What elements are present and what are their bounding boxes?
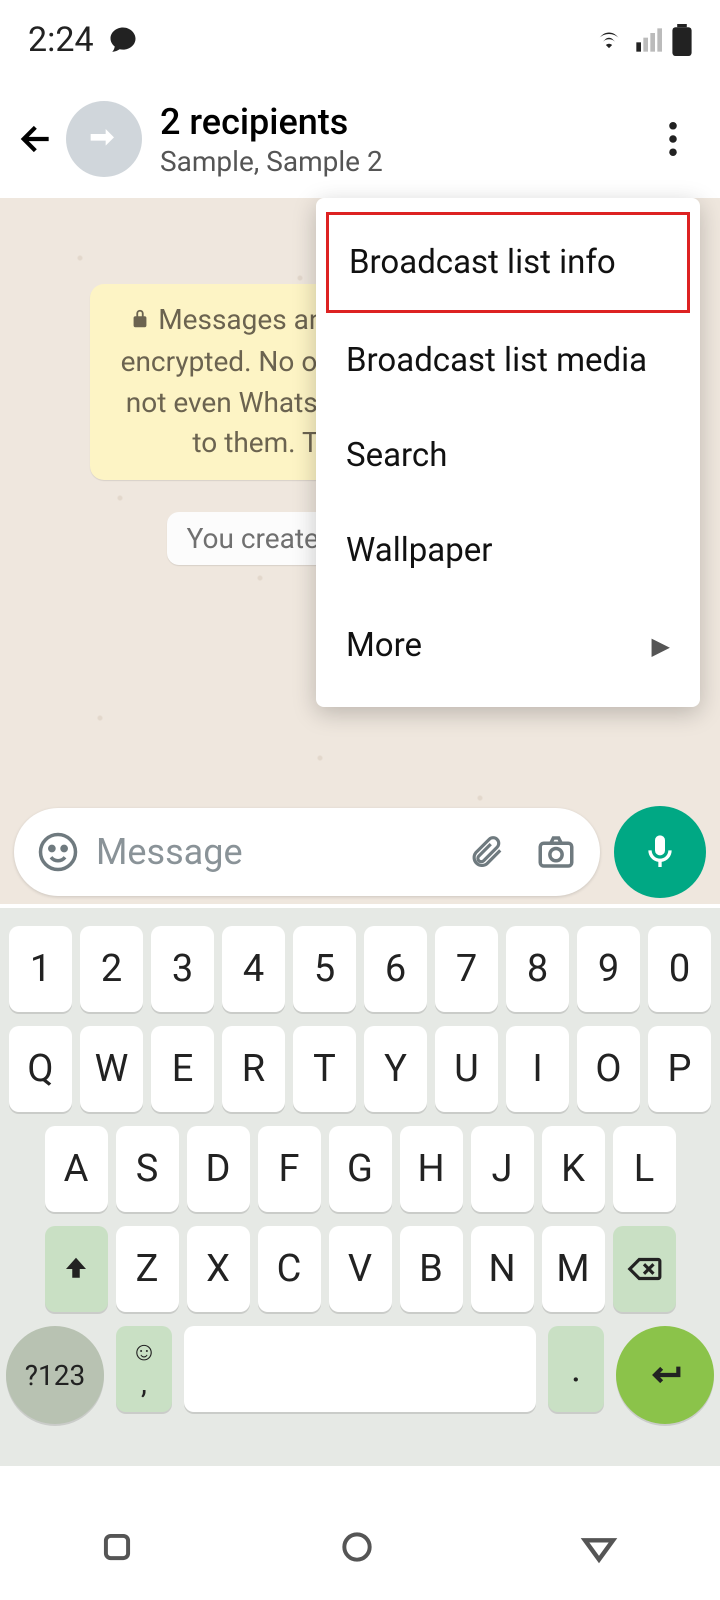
options-menu: Broadcast list info Broadcast list media… <box>316 198 700 707</box>
key-l[interactable]: L <box>613 1126 676 1212</box>
key-period[interactable]: . <box>548 1326 604 1412</box>
key-z[interactable]: Z <box>116 1226 179 1312</box>
emoji-icon: ☺ <box>131 1338 158 1367</box>
back-button[interactable] <box>12 114 62 164</box>
key-o[interactable]: O <box>577 1026 640 1112</box>
key-s[interactable]: S <box>116 1126 179 1212</box>
menu-item-wallpaper[interactable]: Wallpaper <box>316 503 700 598</box>
menu-item-broadcast-info[interactable]: Broadcast list info <box>326 212 690 313</box>
menu-item-more[interactable]: More ▶ <box>316 598 700 693</box>
key-space[interactable] <box>184 1326 536 1412</box>
comma-label: , <box>141 1367 147 1400</box>
key-i[interactable]: I <box>506 1026 569 1112</box>
key-f[interactable]: F <box>258 1126 321 1212</box>
key-x[interactable]: X <box>187 1226 250 1312</box>
menu-item-label: Wallpaper <box>346 531 492 570</box>
header-text-block[interactable]: 2 recipients Sample, Sample 2 <box>160 101 648 178</box>
key-c[interactable]: C <box>258 1226 321 1312</box>
keyboard: 1 2 3 4 5 6 7 8 9 0 Q W E R T Y U I O P … <box>0 908 720 1466</box>
keyboard-row-2: A S D F G H J K L <box>6 1126 714 1212</box>
keyboard-row-numbers: 1 2 3 4 5 6 7 8 9 0 <box>6 926 714 1012</box>
menu-item-label: More <box>346 626 422 665</box>
chat-header: 2 recipients Sample, Sample 2 <box>0 80 720 198</box>
message-input[interactable]: Message <box>82 831 462 873</box>
key-1[interactable]: 1 <box>9 926 72 1012</box>
key-9[interactable]: 9 <box>577 926 640 1012</box>
notification-icon <box>108 25 138 55</box>
voice-message-button[interactable] <box>614 806 706 898</box>
key-v[interactable]: V <box>329 1226 392 1312</box>
message-input-pill: Message <box>14 808 600 896</box>
key-d[interactable]: D <box>187 1126 250 1212</box>
key-7[interactable]: 7 <box>435 926 498 1012</box>
key-j[interactable]: J <box>471 1126 534 1212</box>
keyboard-row-3: Z X C V B N M <box>6 1226 714 1312</box>
key-n[interactable]: N <box>471 1226 534 1312</box>
camera-button[interactable] <box>532 828 580 876</box>
key-4[interactable]: 4 <box>222 926 285 1012</box>
key-6[interactable]: 6 <box>364 926 427 1012</box>
emoji-button[interactable] <box>34 828 82 876</box>
key-g[interactable]: G <box>329 1126 392 1212</box>
menu-item-label: Broadcast list media <box>346 341 647 380</box>
key-q[interactable]: Q <box>9 1026 72 1112</box>
key-a[interactable]: A <box>45 1126 108 1212</box>
menu-item-label: Search <box>346 436 447 475</box>
menu-item-broadcast-media[interactable]: Broadcast list media <box>316 313 700 408</box>
header-subtitle: Sample, Sample 2 <box>160 145 648 178</box>
nav-back-button[interactable] <box>578 1528 622 1572</box>
wifi-icon <box>594 25 624 55</box>
keyboard-row-bottom: ?123 ☺ , . <box>6 1326 714 1424</box>
key-backspace[interactable] <box>613 1226 676 1312</box>
chevron-right-icon: ▶ <box>652 632 670 660</box>
broadcast-avatar[interactable] <box>66 101 142 177</box>
key-enter[interactable] <box>616 1326 714 1424</box>
lock-icon <box>129 304 158 337</box>
key-p[interactable]: P <box>648 1026 711 1112</box>
key-u[interactable]: U <box>435 1026 498 1112</box>
key-0[interactable]: 0 <box>648 926 711 1012</box>
keyboard-row-1: Q W E R T Y U I O P <box>6 1026 714 1112</box>
battery-icon <box>672 24 692 56</box>
status-time: 2:24 <box>28 20 94 60</box>
status-bar: 2:24 <box>0 0 720 80</box>
signal-icon <box>634 26 662 54</box>
menu-item-label: Broadcast list info <box>349 243 616 282</box>
key-t[interactable]: T <box>293 1026 356 1112</box>
key-w[interactable]: W <box>80 1026 143 1112</box>
header-title: 2 recipients <box>160 101 648 143</box>
key-y[interactable]: Y <box>364 1026 427 1112</box>
key-r[interactable]: R <box>222 1026 285 1112</box>
menu-item-search[interactable]: Search <box>316 408 700 503</box>
key-b[interactable]: B <box>400 1226 463 1312</box>
attach-button[interactable] <box>462 828 510 876</box>
key-3[interactable]: 3 <box>151 926 214 1012</box>
key-h[interactable]: H <box>400 1126 463 1212</box>
nav-home-button[interactable] <box>338 1528 382 1572</box>
key-emoji-comma[interactable]: ☺ , <box>116 1326 172 1412</box>
key-8[interactable]: 8 <box>506 926 569 1012</box>
key-e[interactable]: E <box>151 1026 214 1112</box>
more-options-button[interactable] <box>648 114 698 164</box>
key-symbols[interactable]: ?123 <box>6 1326 104 1424</box>
key-k[interactable]: K <box>542 1126 605 1212</box>
key-2[interactable]: 2 <box>80 926 143 1012</box>
key-shift[interactable] <box>45 1226 108 1312</box>
nav-recent-button[interactable] <box>98 1528 142 1572</box>
key-m[interactable]: M <box>542 1226 605 1312</box>
system-nav-bar <box>0 1500 720 1600</box>
key-5[interactable]: 5 <box>293 926 356 1012</box>
message-input-row: Message <box>0 802 720 902</box>
